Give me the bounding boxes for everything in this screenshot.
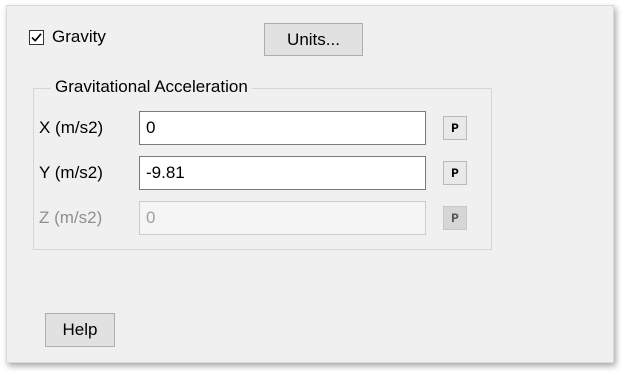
gravity-option[interactable]: Gravity	[29, 25, 106, 49]
x-acceleration-row: X (m/s2)	[39, 111, 426, 145]
x-acceleration-input[interactable]	[139, 111, 426, 145]
checkmark-icon	[31, 32, 42, 42]
gravity-checkbox[interactable]	[29, 29, 44, 45]
group-title: Gravitational Acceleration	[51, 77, 252, 97]
help-button[interactable]: Help	[45, 313, 115, 347]
units-button[interactable]: Units...	[264, 23, 363, 56]
z-acceleration-label: Z (m/s2)	[39, 208, 103, 227]
y-parameter-button[interactable]: P	[443, 161, 467, 185]
y-acceleration-row: Y (m/s2)	[39, 156, 426, 190]
z-acceleration-row: Z (m/s2)	[39, 201, 426, 235]
y-acceleration-label: Y (m/s2)	[39, 163, 103, 182]
y-acceleration-input[interactable]	[139, 156, 426, 190]
z-acceleration-input	[139, 201, 426, 235]
gravity-panel: Gravity Units... Gravitational Accelerat…	[6, 5, 614, 363]
x-parameter-button[interactable]: P	[443, 116, 467, 140]
x-acceleration-label: X (m/s2)	[39, 118, 104, 137]
z-parameter-button: P	[443, 206, 467, 230]
gravity-label: Gravity	[52, 27, 106, 46]
